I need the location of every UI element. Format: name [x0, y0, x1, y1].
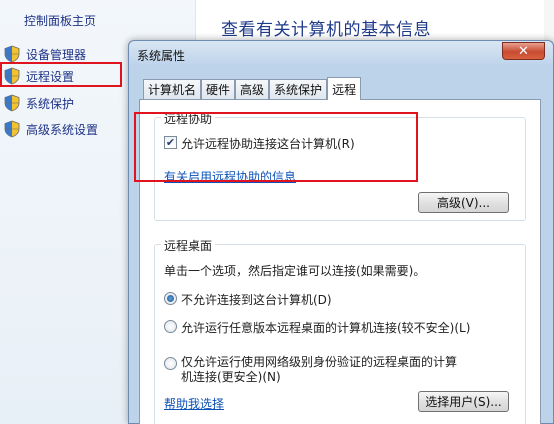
- radio-allow-any-version-label[interactable]: 允许运行任意版本远程桌面的计算机连接(较不安全)(L): [181, 319, 470, 336]
- system-properties-dialog: 系统属性 ✕ 计算机名 硬件 高级 系统保护 远程 远程协助 ✔ 允许远程协助连…: [128, 40, 554, 424]
- radio-no-connections[interactable]: [164, 292, 177, 305]
- help-me-choose-link[interactable]: 帮助我选择: [164, 395, 224, 412]
- dialog-title: 系统属性: [137, 49, 186, 63]
- remote-desktop-legend: 远程桌面: [161, 237, 216, 254]
- close-button[interactable]: ✕: [502, 42, 545, 60]
- sidebar-item-label: 设备管理器: [26, 47, 87, 62]
- remote-desktop-instruction: 单击一个选项，然后指定谁可以连接(如果需要)。: [164, 264, 426, 278]
- sidebar-item-label: 系统保护: [26, 96, 75, 111]
- select-users-button[interactable]: 选择用户(S)...: [418, 391, 509, 412]
- shield-icon: [4, 120, 20, 138]
- dialog-titlebar[interactable]: 系统属性 ✕: [129, 41, 553, 67]
- radio-allow-nla-only-label-line2[interactable]: 机连接(更安全)(N): [181, 368, 281, 385]
- shield-icon: [4, 45, 20, 63]
- tab-computer-name[interactable]: 计算机名: [143, 79, 202, 99]
- shield-icon: [4, 94, 20, 112]
- remote-desktop-group: 远程桌面 单击一个选项，然后指定谁可以连接(如果需要)。 不允许连接到这台计算机…: [154, 237, 526, 424]
- tab-strip: 计算机名 硬件 高级 系统保护 远程: [143, 77, 362, 100]
- radio-selected-dot: [167, 295, 174, 302]
- advanced-button[interactable]: 高级(V)...: [418, 192, 509, 213]
- tab-remote[interactable]: 远程: [327, 77, 362, 100]
- tab-system-protection[interactable]: 系统保护: [269, 79, 328, 99]
- highlight-box-sidebar: [0, 62, 122, 87]
- page-title: 查看有关计算机的基本信息: [221, 20, 431, 40]
- radio-no-connections-label[interactable]: 不允许连接到这台计算机(D): [181, 291, 332, 308]
- radio-allow-any-version[interactable]: [164, 320, 177, 333]
- sidebar-item-system-protection[interactable]: 系统保护: [4, 92, 74, 114]
- sidebar-home-link[interactable]: 控制面板主页: [24, 12, 96, 29]
- highlight-box-remote-assistance: [134, 112, 418, 182]
- tab-hardware[interactable]: 硬件: [201, 79, 236, 99]
- tab-advanced[interactable]: 高级: [235, 79, 270, 99]
- close-icon: ✕: [518, 43, 529, 59]
- radio-allow-nla-only[interactable]: [164, 357, 177, 370]
- sidebar-item-advanced-settings[interactable]: 高级系统设置: [4, 118, 98, 140]
- sidebar-item-label: 高级系统设置: [26, 122, 99, 137]
